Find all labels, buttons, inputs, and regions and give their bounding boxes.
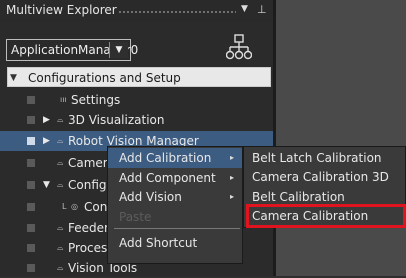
status-square-icon bbox=[27, 244, 35, 252]
menu-item-label: Add Calibration bbox=[119, 151, 212, 165]
menu-item-add-component[interactable]: Add Component ▸ bbox=[108, 168, 242, 188]
chevron-down-icon[interactable]: ▼ bbox=[109, 42, 128, 58]
tree-item-3d-visualization[interactable]: ▶ ⌓ 3D Visualization bbox=[0, 110, 273, 130]
menu-item-label: Paste bbox=[119, 210, 152, 224]
panel-dropdown-icon[interactable]: ▼ bbox=[241, 4, 248, 14]
status-square-icon bbox=[27, 159, 35, 167]
status-square-icon bbox=[27, 116, 35, 124]
tree-item-settings[interactable]: ııı Settings bbox=[0, 90, 273, 110]
menu-separator bbox=[114, 228, 240, 229]
menu-item-add-vision[interactable]: Add Vision ▸ bbox=[108, 187, 242, 207]
titlebar-grip[interactable] bbox=[118, 10, 236, 14]
menu-item-label: Add Component bbox=[119, 171, 216, 185]
folder-icon: ⌓ bbox=[57, 243, 64, 252]
menu-item-label: Add Vision bbox=[119, 190, 182, 204]
folder-icon: ⌓ bbox=[57, 263, 64, 272]
status-square-icon bbox=[27, 224, 35, 232]
collapse-arrow-icon[interactable]: ▼ bbox=[43, 175, 50, 195]
controller-select[interactable]: ApplicationManager0 ▼ bbox=[6, 39, 138, 61]
expand-arrow-icon[interactable]: ▶ bbox=[43, 131, 50, 151]
status-square-icon bbox=[27, 181, 35, 189]
expand-arrow-icon[interactable]: ▶ bbox=[43, 110, 50, 130]
tree-item-label: 3D Visualization bbox=[68, 113, 165, 127]
panel-title: Multiview Explorer bbox=[6, 3, 117, 17]
context-menu: Add Calibration ▸ Add Component ▸ Add Vi… bbox=[107, 146, 243, 264]
menu-item-paste[interactable]: Paste bbox=[108, 207, 242, 227]
workspace-area bbox=[276, 0, 406, 276]
submenu-arrow-icon: ▸ bbox=[229, 192, 234, 201]
tree-branch-icon: L bbox=[62, 202, 67, 211]
submenu-item-label: Belt Latch Calibration bbox=[252, 151, 382, 165]
status-square-icon bbox=[27, 137, 35, 145]
hierarchy-icon[interactable] bbox=[226, 34, 252, 62]
tree-root-label: Configurations and Setup bbox=[28, 71, 181, 85]
tree-item-label: Con bbox=[84, 200, 108, 214]
submenu-item-label: Camera Calibration 3D bbox=[252, 170, 389, 184]
status-square-icon bbox=[27, 96, 35, 104]
submenu-arrow-icon: ▸ bbox=[229, 173, 234, 182]
menu-item-label: Add Shortcut bbox=[119, 236, 198, 250]
menu-item-add-shortcut[interactable]: Add Shortcut bbox=[108, 233, 242, 253]
folder-icon: ⌓ bbox=[57, 136, 64, 145]
panel-titlebar: Multiview Explorer ▼ ⊥ bbox=[0, 0, 273, 22]
submenu-arrow-icon: ▸ bbox=[229, 153, 234, 162]
folder-icon: ⌓ bbox=[57, 158, 64, 167]
tree-root-configurations[interactable]: ▼ Configurations and Setup bbox=[7, 67, 271, 87]
pin-icon[interactable]: ⊥ bbox=[257, 3, 267, 16]
status-square-icon bbox=[27, 264, 35, 272]
menu-item-add-calibration[interactable]: Add Calibration ▸ bbox=[108, 148, 242, 168]
folder-icon: ⌓ bbox=[57, 115, 64, 124]
component-icon: ◎ bbox=[71, 202, 78, 211]
status-square-icon bbox=[27, 203, 35, 211]
highlight-box bbox=[246, 204, 406, 228]
tree-item-label: Settings bbox=[71, 93, 121, 107]
submenu-item-camera-calibration-3d[interactable]: Camera Calibration 3D bbox=[244, 167, 406, 187]
settings-icon: ııı bbox=[60, 95, 67, 104]
expand-arrow-icon[interactable]: ▼ bbox=[10, 68, 17, 88]
submenu-item-belt-latch-calibration[interactable]: Belt Latch Calibration bbox=[244, 148, 406, 168]
folder-icon: ⌓ bbox=[57, 180, 64, 189]
folder-icon: ⌓ bbox=[57, 223, 64, 232]
